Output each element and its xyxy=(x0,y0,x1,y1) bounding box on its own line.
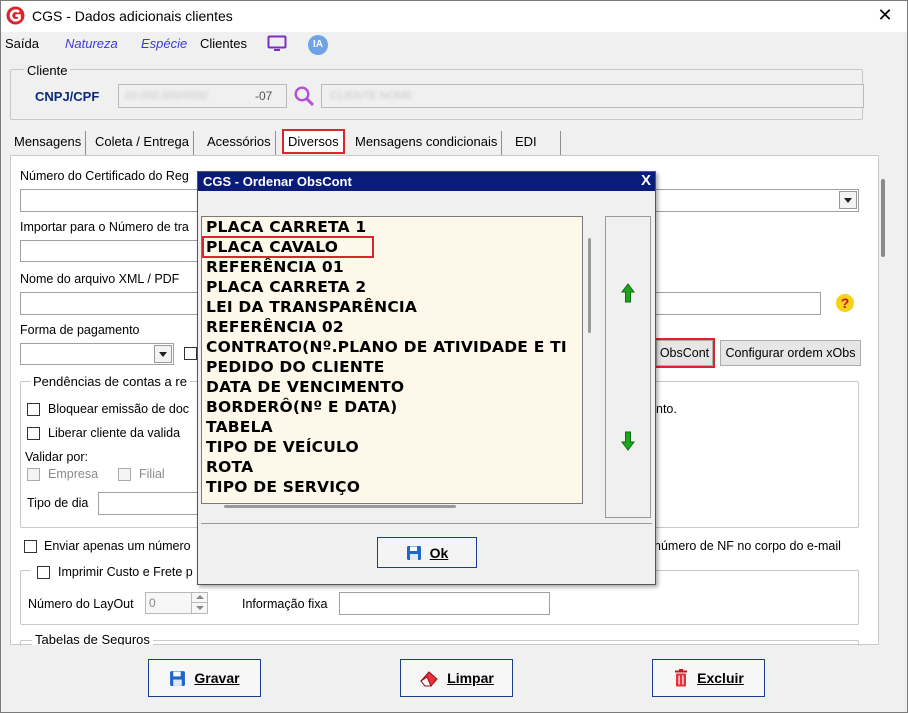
obscont-listbox[interactable]: PLACA CARRETA 1 PLACA CAVALO REFERÊNCIA … xyxy=(201,216,583,504)
window-title: CGS - Dados adicionais clientes xyxy=(32,8,233,24)
ia-assistant-icon[interactable]: IA xyxy=(308,35,328,55)
list-item[interactable]: TIPO DE VEÍCULO xyxy=(206,437,359,457)
certificado-label: Número do Certificado do Reg xyxy=(20,169,189,183)
reorder-panel xyxy=(605,216,651,518)
dialog-title: CGS - Ordenar ObsCont xyxy=(198,172,655,191)
chevron-down-icon[interactable] xyxy=(839,191,857,209)
limpar-label: Limpar xyxy=(447,670,494,686)
list-item[interactable]: TIPO DE SERVIÇO xyxy=(206,477,360,497)
spin-down-icon[interactable] xyxy=(191,603,207,613)
floppy-disk-icon xyxy=(406,545,421,560)
info-fixa-input[interactable] xyxy=(339,592,550,615)
bloquear-label: Bloquear emissão de doc xyxy=(48,402,190,416)
dialog-separator xyxy=(201,523,652,524)
arrow-up-icon[interactable] xyxy=(621,283,635,303)
tipo-dia-label: Tipo de dia xyxy=(27,496,89,510)
list-item[interactable]: PLACA CARRETA 1 xyxy=(206,217,366,237)
chevron-down-icon[interactable] xyxy=(154,345,172,363)
excluir-button[interactable]: Excluir xyxy=(652,659,765,697)
xml-label: Nome do arquivo XML / PDF xyxy=(20,272,180,286)
xml-input-right[interactable] xyxy=(654,292,821,315)
obscont-button[interactable]: ObsCont xyxy=(656,340,713,366)
list-item[interactable]: BORDERÔ(Nº E DATA) xyxy=(206,397,397,417)
cnpj-input[interactable]: 00.000.000/0000 -07 xyxy=(118,84,287,108)
eraser-icon xyxy=(420,670,438,686)
list-item[interactable]: PLACA CARRETA 2 xyxy=(206,277,366,297)
tab-mensagens[interactable]: Mensagens xyxy=(10,131,87,155)
search-icon[interactable] xyxy=(293,85,315,107)
question-icon[interactable]: ? xyxy=(836,294,854,312)
list-item[interactable]: REFERÊNCIA 02 xyxy=(206,317,344,337)
floppy-disk-icon xyxy=(170,670,186,686)
configurar-xobs-button[interactable]: Configurar ordem xObs xyxy=(720,340,861,366)
ok-label: Ok xyxy=(429,544,449,561)
enviar-label: Enviar apenas um número xyxy=(44,539,191,553)
limpar-button[interactable]: Limpar xyxy=(400,659,513,697)
enviar-checkbox[interactable] xyxy=(24,540,37,553)
importar-label: Importar para o Número de tra xyxy=(20,220,189,234)
panel-scrollbar[interactable] xyxy=(881,179,885,257)
importar-input[interactable] xyxy=(20,240,198,262)
highlighted-item-box xyxy=(202,236,374,258)
list-item[interactable]: CONTRATO(Nº.PLANO DE ATIVIDADE E TI xyxy=(206,337,567,357)
gravar-button[interactable]: Gravar xyxy=(148,659,261,697)
validar-label: Validar por: xyxy=(25,450,88,464)
imprimir-checkbox[interactable] xyxy=(37,566,50,579)
layout-value: 0 xyxy=(149,596,156,610)
list-item[interactable]: ROTA xyxy=(206,457,253,477)
empresa-label: Empresa xyxy=(48,467,99,481)
tab-acessorios[interactable]: Acessórios xyxy=(203,131,276,155)
pendencias-group-label: Pendências de contas a re xyxy=(30,374,190,389)
arrow-down-icon[interactable] xyxy=(621,431,635,451)
filial-label: Filial xyxy=(139,467,165,481)
cnpj-label: CNPJ/CPF xyxy=(35,89,100,104)
menu-saida[interactable]: Saída xyxy=(5,36,39,51)
window-close-button[interactable]: ✕ xyxy=(870,2,900,29)
tab-diversos[interactable]: Diversos xyxy=(282,129,345,154)
forma-pagamento-select[interactable] xyxy=(20,343,174,365)
info-fixa-label: Informação fixa xyxy=(242,597,328,611)
menu-especie[interactable]: Espécie xyxy=(141,36,187,51)
bloquear-label-tail: nto. xyxy=(656,402,677,416)
bloquear-checkbox[interactable] xyxy=(27,403,40,416)
tab-mensagens-condicionais[interactable]: Mensagens condicionais xyxy=(351,131,503,155)
tab-coleta-entrega[interactable]: Coleta / Entrega xyxy=(91,131,194,155)
xml-input-left[interactable] xyxy=(20,292,198,315)
list-vertical-scrollbar[interactable] xyxy=(588,238,591,333)
ok-button[interactable]: Ok xyxy=(377,537,477,568)
layout-label: Número do LayOut xyxy=(28,597,134,611)
list-item[interactable]: REFERÊNCIA 01 xyxy=(206,257,344,277)
cliente-name-field: CLIENTE NOME xyxy=(321,84,864,108)
list-item[interactable]: PEDIDO DO CLIENTE xyxy=(206,357,385,377)
cliente-group-label: Cliente xyxy=(24,63,71,78)
cgs-logo-icon xyxy=(6,6,25,25)
list-item[interactable]: DATA DE VENCIMENTO xyxy=(206,377,404,397)
list-horizontal-scrollbar[interactable] xyxy=(224,505,456,508)
tabelas-group-label: Tabelas de Seguros xyxy=(32,633,153,645)
imprimir-label: Imprimir Custo e Frete p xyxy=(58,565,193,579)
list-item[interactable]: TABELA xyxy=(206,417,273,437)
layout-spinner[interactable]: 0 xyxy=(145,592,208,614)
forma-pagamento-label: Forma de pagamento xyxy=(20,323,140,337)
ordenar-obscont-dialog: CGS - Ordenar ObsCont X PLACA CARRETA 1 … xyxy=(197,171,656,585)
liberar-checkbox[interactable] xyxy=(27,427,40,440)
menu-clientes[interactable]: Clientes xyxy=(200,36,247,51)
excluir-label: Excluir xyxy=(697,670,744,686)
empresa-checkbox[interactable] xyxy=(27,468,40,481)
tab-edi[interactable]: EDI xyxy=(511,131,561,155)
gravar-label: Gravar xyxy=(194,670,240,686)
liberar-label: Liberar cliente da valida xyxy=(48,426,181,440)
trash-icon xyxy=(675,669,688,687)
menu-natureza[interactable]: Natureza xyxy=(65,36,118,51)
dialog-close-button[interactable]: X xyxy=(638,172,654,191)
filial-checkbox[interactable] xyxy=(118,468,131,481)
forma-checkbox[interactable] xyxy=(184,347,197,360)
tipo-dia-input[interactable] xyxy=(98,492,198,515)
spin-up-icon[interactable] xyxy=(191,593,207,603)
enviar-label-tail: número de NF no corpo do e-mail xyxy=(654,539,841,553)
list-item[interactable]: LEI DA TRANSPARÊNCIA xyxy=(206,297,417,317)
cnpj-suffix: -07 xyxy=(255,89,273,103)
monitor-icon[interactable] xyxy=(267,35,287,53)
